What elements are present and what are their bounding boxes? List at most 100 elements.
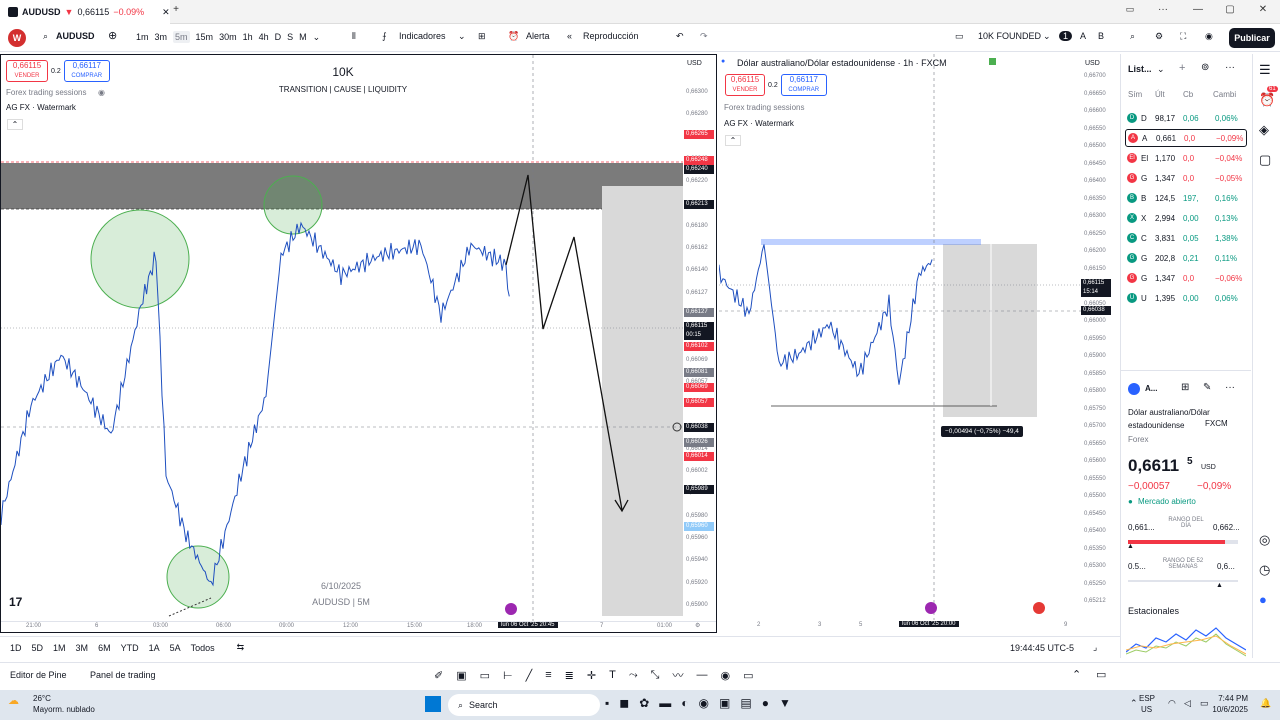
watchlist-icon[interactable]: ☰ <box>1259 62 1271 78</box>
interval-4h[interactable]: 4h <box>259 32 269 42</box>
range-tool-icon[interactable]: ⊢ <box>503 669 513 682</box>
text-tool-icon[interactable]: T <box>609 669 616 681</box>
watchlist-row[interactable]: C C 3,831 0,05 1,38% <box>1125 229 1247 247</box>
range-3m[interactable]: 3M <box>76 643 89 653</box>
watchlist-row[interactable]: G G 1,347 0,0 −0,06% <box>1125 269 1247 287</box>
trading-panel-tab[interactable]: Panel de trading <box>90 670 156 680</box>
lang-1[interactable]: ESP <box>1139 694 1155 703</box>
right-sell-button[interactable]: 0,66115 VENDER <box>725 74 765 96</box>
target-icon[interactable]: ◎ <box>1259 532 1270 548</box>
date-range-icon[interactable]: ⇆ <box>237 642 245 653</box>
range-1d[interactable]: 1D <box>10 643 22 653</box>
layout-dropdown-icon[interactable]: ⌄ <box>1043 31 1051 42</box>
watchlist-row[interactable]: X X 2,994 0,00 0,13% <box>1125 209 1247 227</box>
right-price-axis[interactable]: 0,66700 0,66650 0,66600 0,66550 0,66500 0,664… <box>1081 54 1119 620</box>
indicators-dropdown-icon[interactable]: ⌄ <box>458 31 466 42</box>
replay-icon[interactable]: « <box>567 31 572 41</box>
clock-time[interactable]: 7:44 PM <box>1212 694 1248 703</box>
file-explorer-icon[interactable]: ▬ <box>659 696 671 710</box>
interval-1h[interactable]: 1h <box>243 32 253 42</box>
add-symbol-watchlist-icon[interactable]: + <box>1179 62 1185 74</box>
maximize-button[interactable]: ▢ <box>1222 4 1238 15</box>
right-collapse-icon[interactable]: ⌃ <box>725 135 741 146</box>
left-price-axis[interactable]: 0,663000,662800,662610,662400,662200,662… <box>683 55 716 621</box>
tv-logo-icon[interactable]: 17 <box>9 595 22 609</box>
range-5a[interactable]: 5A <box>170 643 181 653</box>
forecast-tool-icon[interactable]: ⤡ <box>651 669 660 682</box>
ruler-tool-icon[interactable]: ▭ <box>743 669 753 682</box>
alert-button[interactable]: Alerta <box>526 31 550 41</box>
alert-icon[interactable]: ⏰ <box>508 31 519 42</box>
details-more-icon[interactable]: ··· <box>1225 382 1235 393</box>
new-tab-button[interactable]: + <box>168 4 184 15</box>
collapse-panel-icon[interactable]: ⌃ <box>1072 668 1081 681</box>
interval-d[interactable]: D <box>275 32 282 42</box>
pattern-tool-icon[interactable]: ≣ <box>565 669 574 682</box>
range-6m[interactable]: 6M <box>98 643 111 653</box>
left-time-axis[interactable] <box>1 621 716 632</box>
outlook-icon[interactable]: ▤ <box>740 696 751 710</box>
left-chart-canvas[interactable] <box>1 55 717 633</box>
pine-editor-tab[interactable]: Editor de Pine <box>10 670 67 680</box>
weather-icon[interactable]: ☁ <box>8 694 19 707</box>
right-buy-button[interactable]: 0,66117 COMPRAR <box>780 74 827 96</box>
taskbar-search[interactable]: ⌕ Search <box>448 694 600 716</box>
quick-search-icon[interactable]: ⌕ <box>1130 31 1135 42</box>
redo-icon[interactable]: ↷ <box>700 31 708 42</box>
layers-icon[interactable]: ◈ <box>1259 122 1269 138</box>
trendline-tool-icon[interactable]: ╱ <box>526 669 533 682</box>
weather-temp[interactable]: 26°C <box>33 694 51 703</box>
interval-dropdown-icon[interactable]: ⌄ <box>313 32 321 43</box>
font-a-icon[interactable]: A <box>1080 31 1086 41</box>
clock-icon[interactable]: ◷ <box>1259 562 1270 578</box>
candle-type-icon[interactable]: ⫴ <box>352 31 356 42</box>
range-all[interactable]: Todos <box>191 643 215 653</box>
watchlist-row[interactable]: A A 0,661 0,0 −0,09% <box>1125 129 1247 147</box>
tradingview-app-icon[interactable]: ◼ <box>619 696 629 710</box>
axis-settings-icon[interactable]: ⚙ <box>695 622 700 629</box>
interval-15m[interactable]: 15m <box>196 32 214 42</box>
watchlist-row[interactable]: G G 202,8 0,21 0,11% <box>1125 249 1247 267</box>
right-indicator-sessions[interactable]: Forex trading sessions <box>724 103 804 112</box>
watchlist-row[interactable]: B B 124,5 197, 0,16% <box>1125 189 1247 207</box>
fullscreen-icon[interactable]: ⛶ <box>1180 31 1186 42</box>
copilot-icon[interactable]: ✿ <box>639 696 649 710</box>
alerts-icon[interactable]: ⏰ <box>1259 92 1275 108</box>
symbol-search[interactable]: AUDUSD <box>56 31 95 41</box>
wifi-icon[interactable]: ◠ <box>1168 698 1176 709</box>
edge-icon[interactable]: ◐ <box>681 696 688 710</box>
indicators-button[interactable]: Indicadores <box>399 31 446 41</box>
interval-3m[interactable]: 3m <box>155 32 168 42</box>
store-icon[interactable]: ▣ <box>719 696 730 710</box>
layout-icon[interactable]: ▭ <box>955 31 964 42</box>
eye-icon[interactable]: ◉ <box>98 88 105 97</box>
right-chart-canvas[interactable] <box>719 54 1119 633</box>
close-window-button[interactable]: ✕ <box>1255 4 1271 15</box>
alert-clock-icon[interactable]: ⊚ <box>1201 62 1209 73</box>
menu-dots-icon[interactable]: ··· <box>1155 4 1171 15</box>
details-grid-icon[interactable]: ⊞ <box>1181 382 1189 393</box>
range-ytd[interactable]: YTD <box>121 643 139 653</box>
shape-tool-icon[interactable]: ▣ <box>456 669 466 682</box>
notification-bell-icon[interactable]: 🔔 <box>1260 698 1271 709</box>
col-last[interactable]: Últ <box>1155 90 1165 99</box>
watchlist-dropdown-icon[interactable]: ⌄ <box>1157 64 1165 75</box>
replay-button[interactable]: Reproducción <box>583 31 639 41</box>
layout-name[interactable]: 10K FOUNDED <box>978 31 1041 41</box>
watchlist-row[interactable]: El El 1,170 0,0 −0,04% <box>1125 149 1247 167</box>
chrome-icon[interactable]: ◉ <box>699 696 709 710</box>
add-symbol-icon[interactable]: ⊕ <box>108 29 117 42</box>
search-icon[interactable]: ⌕ <box>43 31 48 42</box>
collapse-icon[interactable]: ⌃ <box>7 119 23 130</box>
right-indicator-watermark[interactable]: AG FX · Watermark <box>724 119 794 128</box>
hline-tool-icon[interactable]: — <box>696 669 707 681</box>
cursor-tool-icon[interactable]: ✛ <box>587 669 596 682</box>
wave-tool-icon[interactable]: 〰 <box>672 667 683 683</box>
tray-chevron-icon[interactable]: ⌃ <box>1130 698 1138 709</box>
settings-icon[interactable]: ⚙ <box>1155 31 1163 42</box>
brave-icon[interactable]: ▼ <box>779 696 791 710</box>
undo-icon[interactable]: ↶ <box>676 31 684 42</box>
col-change[interactable]: Cb <box>1183 90 1193 99</box>
task-view-icon[interactable]: ▪ <box>605 696 609 710</box>
details-symbol[interactable]: A... <box>1145 384 1157 393</box>
